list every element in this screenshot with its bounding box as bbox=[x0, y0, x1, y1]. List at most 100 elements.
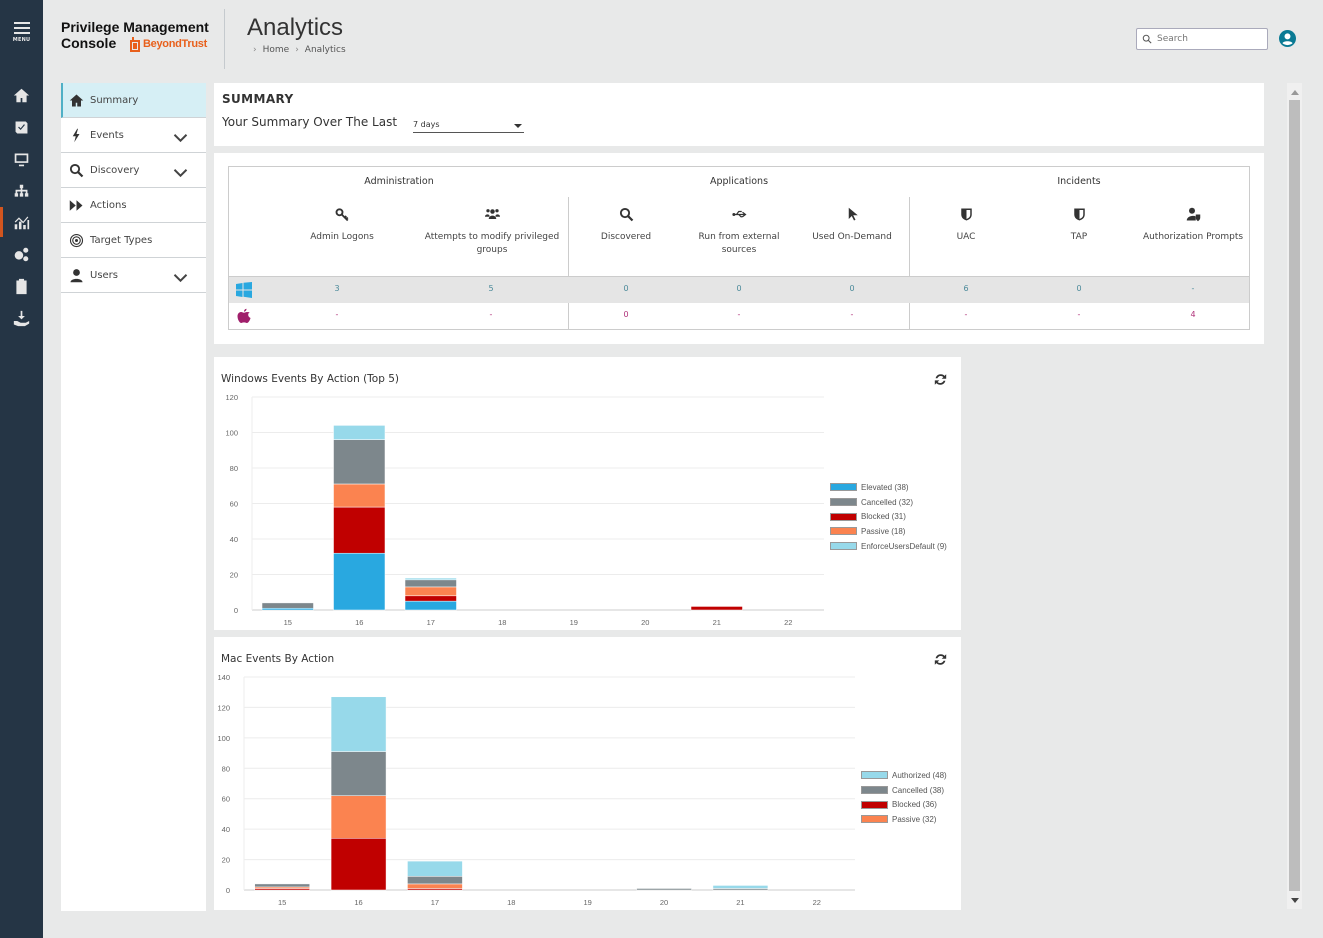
chart-legend: Elevated (38) Cancelled (32) Blocked (31) P… bbox=[830, 480, 947, 553]
search-input[interactable] bbox=[1157, 34, 1257, 44]
subnav-label: Actions bbox=[90, 199, 127, 211]
rail-policies[interactable] bbox=[0, 116, 43, 138]
legend-item[interactable]: Authorized (48) bbox=[861, 768, 947, 783]
windows-icon bbox=[236, 282, 252, 298]
search-icon bbox=[1142, 34, 1152, 44]
rail-analytics[interactable] bbox=[0, 207, 43, 237]
bar-segment-passive[interactable] bbox=[330, 795, 387, 839]
legend-item[interactable]: Cancelled (32) bbox=[830, 495, 947, 510]
page-title: Analytics bbox=[247, 14, 344, 41]
windows-admin-logons[interactable]: 3 bbox=[287, 284, 387, 293]
scrollbar-thumb[interactable] bbox=[1289, 100, 1300, 891]
bar-segment-blocked[interactable] bbox=[330, 838, 387, 891]
windows-external-sources[interactable]: 0 bbox=[689, 284, 789, 293]
bar-segment-cancelled[interactable] bbox=[330, 751, 387, 796]
legend-item[interactable]: EnforceUsersDefault (9) bbox=[830, 539, 947, 554]
bar-segment-passive[interactable] bbox=[407, 883, 463, 889]
bar-segment-enforceusersdefault[interactable] bbox=[404, 577, 457, 581]
bar-segment-blocked[interactable] bbox=[333, 506, 386, 554]
legend-item[interactable]: Passive (18) bbox=[830, 524, 947, 539]
chevron-down-icon[interactable] bbox=[173, 131, 188, 146]
subnav-summary[interactable]: Summary bbox=[61, 83, 206, 118]
bar-segment-authorized[interactable] bbox=[330, 696, 387, 752]
subnav-actions[interactable]: Actions bbox=[61, 188, 206, 223]
search-box[interactable] bbox=[1136, 28, 1268, 50]
subnav-events[interactable]: Events bbox=[61, 118, 206, 153]
column-label: Attempts to modify privileged groups bbox=[424, 232, 560, 255]
y-tick-label: 20 bbox=[222, 856, 230, 865]
scroll-up-arrow-icon[interactable] bbox=[1291, 90, 1299, 95]
legend-item[interactable]: Blocked (31) bbox=[830, 509, 947, 524]
legend-item[interactable]: Passive (32) bbox=[861, 812, 947, 827]
x-tick-label: 16 bbox=[354, 898, 362, 907]
legend-swatch bbox=[830, 512, 857, 521]
windows-modify-groups[interactable]: 5 bbox=[441, 284, 541, 293]
bar-segment-cancelled[interactable] bbox=[261, 602, 314, 609]
windows-row: 3 5 0 0 0 6 0 - bbox=[229, 276, 1249, 303]
legend-swatch bbox=[830, 542, 857, 551]
mac-discovered[interactable]: 0 bbox=[576, 310, 676, 319]
rail-home[interactable] bbox=[0, 84, 43, 106]
bar-segment-cancelled[interactable] bbox=[407, 876, 463, 885]
rail-computers[interactable] bbox=[0, 148, 43, 170]
windows-discovered[interactable]: 0 bbox=[576, 284, 676, 293]
rail-configuration[interactable] bbox=[0, 243, 43, 265]
mac-on-demand: - bbox=[850, 310, 854, 319]
x-tick-label: 20 bbox=[641, 618, 649, 627]
bar-segment-cancelled[interactable] bbox=[636, 888, 692, 891]
legend-item[interactable]: Blocked (36) bbox=[861, 797, 947, 812]
menu-button[interactable]: MENU bbox=[0, 22, 43, 43]
home-icon bbox=[69, 94, 84, 106]
subnav-discovery[interactable]: Discovery bbox=[61, 153, 206, 188]
subnav-users[interactable]: Users bbox=[61, 258, 206, 293]
bar-segment-elevated[interactable] bbox=[404, 600, 457, 611]
chevron-down-icon[interactable] bbox=[173, 166, 188, 181]
chevron-down-icon[interactable] bbox=[173, 271, 188, 286]
period-select[interactable]: 7 days bbox=[413, 118, 524, 133]
subnav-target-types[interactable]: Target Types bbox=[61, 223, 206, 258]
subnav-label: Target Types bbox=[90, 234, 153, 246]
x-tick-label: 19 bbox=[570, 618, 578, 627]
column-label: UAC bbox=[956, 232, 976, 242]
bar-segment-cancelled[interactable] bbox=[333, 439, 386, 485]
bar-segment-blocked[interactable] bbox=[404, 595, 457, 602]
user-account-icon[interactable] bbox=[1279, 30, 1296, 47]
bar-segment-elevated[interactable] bbox=[333, 552, 386, 611]
mac-chart-plot: 0 20 40 60 80 100 120 140 15 16 17 18 19 20 21 22 bbox=[217, 673, 855, 907]
windows-on-demand[interactable]: 0 bbox=[802, 284, 902, 293]
deploy-icon bbox=[13, 310, 30, 326]
legend-item[interactable]: Cancelled (38) bbox=[861, 783, 947, 798]
bar-segment-authorized[interactable] bbox=[407, 860, 463, 877]
y-tick-label: 140 bbox=[217, 673, 230, 682]
legend-item[interactable]: Elevated (38) bbox=[830, 480, 947, 495]
bar-segment-authorized[interactable] bbox=[712, 885, 769, 889]
rail-deploy[interactable] bbox=[0, 307, 43, 329]
breadcrumb-analytics: Analytics bbox=[304, 45, 346, 55]
target-icon bbox=[69, 233, 84, 247]
scroll-down-arrow-icon[interactable] bbox=[1291, 898, 1299, 903]
bar-segment-blocked[interactable] bbox=[690, 606, 743, 611]
page-scrollbar[interactable] bbox=[1287, 83, 1302, 909]
beyondtrust-logo-icon bbox=[130, 36, 140, 52]
windows-authorization-prompts: - bbox=[1191, 284, 1195, 293]
bar-segment-enforceusersdefault[interactable] bbox=[333, 425, 386, 440]
apple-icon bbox=[237, 308, 251, 323]
bar-segment-elevated[interactable] bbox=[261, 607, 314, 611]
summary-table-panel: Administration Applications Incidents Ad… bbox=[214, 153, 1264, 344]
rail-reports[interactable] bbox=[0, 275, 43, 297]
bar-segment-cancelled[interactable] bbox=[254, 883, 310, 888]
bar-segment-cancelled[interactable] bbox=[404, 579, 457, 588]
period-select-value: 7 days bbox=[413, 120, 440, 129]
legend-label: Blocked (36) bbox=[892, 800, 937, 810]
bar-segment-passive[interactable] bbox=[333, 483, 386, 508]
breadcrumb-home[interactable]: Home bbox=[263, 45, 290, 55]
windows-uac[interactable]: 6 bbox=[916, 284, 1016, 293]
rail-groups[interactable] bbox=[0, 180, 43, 202]
column-admin-logons: Admin Logons bbox=[287, 207, 397, 244]
y-tick-label: 120 bbox=[225, 393, 238, 402]
x-tick-label: 17 bbox=[427, 618, 435, 627]
mac-authorization-prompts[interactable]: 4 bbox=[1143, 310, 1243, 319]
subnav-label: Discovery bbox=[90, 164, 140, 176]
bar-segment-passive[interactable] bbox=[404, 586, 457, 597]
windows-tap[interactable]: 0 bbox=[1029, 284, 1129, 293]
